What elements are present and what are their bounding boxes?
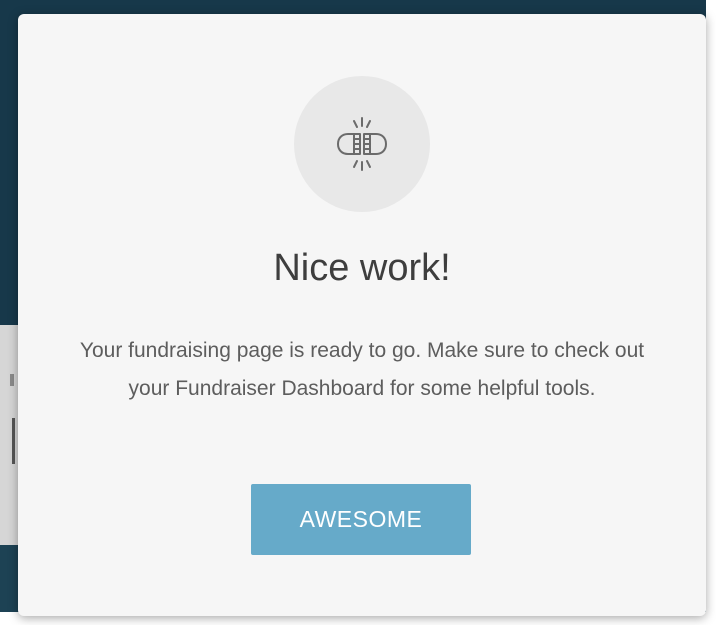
page-backdrop-fragment (10, 374, 14, 386)
fist-bump-icon (337, 117, 387, 171)
page-backdrop-input-fragment (12, 418, 15, 464)
page-backdrop-right-edge (706, 0, 716, 625)
awesome-button[interactable]: AWESOME (251, 484, 471, 555)
success-modal: Nice work! Your fundraising page is read… (18, 14, 706, 616)
modal-title: Nice work! (273, 247, 451, 289)
modal-message: Your fundraising page is ready to go. Ma… (79, 339, 645, 400)
icon-badge (294, 76, 430, 212)
